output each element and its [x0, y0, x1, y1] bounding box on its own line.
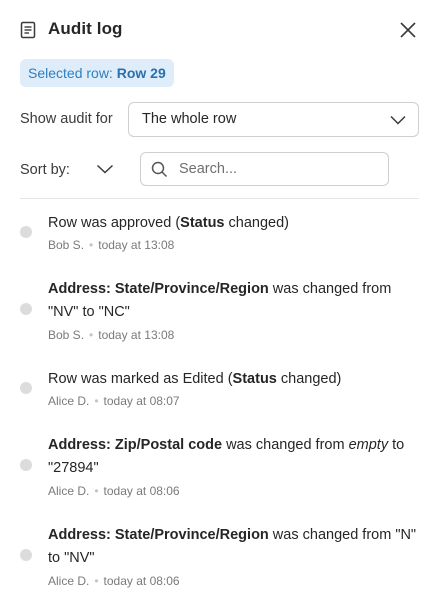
entry-time: today at 13:08 [98, 238, 175, 252]
entry-meta: Alice D. • today at 08:06 [48, 574, 180, 588]
entry-text-part: was changed from [222, 437, 349, 453]
audit-entry: Address: State/Province/Region was chang… [20, 280, 419, 344]
entry-time: today at 13:08 [98, 328, 175, 342]
entry-meta: Alice D. • today at 08:06 [48, 484, 180, 498]
entry-author: Alice D. [48, 394, 90, 408]
search-input[interactable] [179, 158, 379, 180]
show-audit-value: The whole row [142, 111, 237, 127]
entry-dot [20, 382, 32, 394]
entry-author: Alice D. [48, 574, 90, 588]
audit-entry: Address: State/Province/Region was chang… [20, 526, 419, 590]
entry-text: Address: State/Province/Region was chang… [48, 524, 419, 570]
selected-row-value: Row 29 [116, 65, 166, 81]
entry-time: today at 08:06 [103, 574, 180, 588]
entry-author: Bob S. [48, 328, 85, 342]
entry-text-part: Row was marked as Edited ( [48, 371, 233, 387]
entry-field-name: Status [232, 371, 277, 387]
entry-field-name: Status [180, 215, 225, 231]
entry-author: Alice D. [48, 484, 90, 498]
entry-author: Bob S. [48, 238, 85, 252]
audit-entry: Row was approved (Status changed) Bob S.… [20, 214, 419, 259]
entry-text: Address: State/Province/Region was chang… [48, 278, 419, 324]
entry-meta: Alice D. • today at 08:07 [48, 394, 180, 408]
entry-meta: Bob S. • today at 13:08 [48, 238, 175, 252]
sort-chevron-down-icon[interactable] [96, 162, 114, 176]
selected-row-prefix: Selected row: [28, 65, 113, 81]
search-icon [151, 161, 168, 178]
document-icon [20, 21, 36, 39]
entry-dot [20, 226, 32, 238]
panel-title: Audit log [48, 19, 123, 38]
entry-text: Row was marked as Edited (Status changed… [48, 368, 419, 391]
entry-field-name: Address: State/Province/Region [48, 527, 269, 543]
entry-field-name: Address: Zip/Postal code [48, 437, 223, 453]
audit-entry: Address: Zip/Postal code was changed fro… [20, 436, 419, 500]
entry-time: today at 08:06 [103, 484, 180, 498]
divider [20, 198, 419, 199]
audit-entry: Row was marked as Edited (Status changed… [20, 370, 419, 415]
entry-meta: Bob S. • today at 13:08 [48, 328, 175, 342]
entry-time: today at 08:07 [103, 394, 180, 408]
show-audit-select[interactable]: The whole row [128, 102, 419, 137]
entry-dot [20, 549, 32, 561]
sort-label: Sort by: [20, 162, 70, 178]
entry-dot [20, 459, 32, 471]
close-icon[interactable] [397, 19, 419, 41]
entry-text-part: changed) [224, 215, 289, 231]
entry-empty-value: empty [348, 437, 389, 453]
entry-text: Row was approved (Status changed) [48, 212, 419, 235]
entry-text: Address: Zip/Postal code was changed fro… [48, 434, 419, 480]
entry-text-part: Row was approved ( [48, 215, 181, 231]
entry-dot [20, 303, 32, 315]
search-field[interactable] [140, 152, 389, 186]
entry-field-name: Address: State/Province/Region [48, 281, 269, 297]
selected-row-badge: Selected row: Row 29 [20, 59, 174, 87]
show-audit-label: Show audit for [20, 111, 113, 127]
panel-header: Audit log [20, 18, 419, 42]
chevron-down-icon [390, 115, 406, 125]
entry-text-part: changed) [276, 371, 342, 387]
